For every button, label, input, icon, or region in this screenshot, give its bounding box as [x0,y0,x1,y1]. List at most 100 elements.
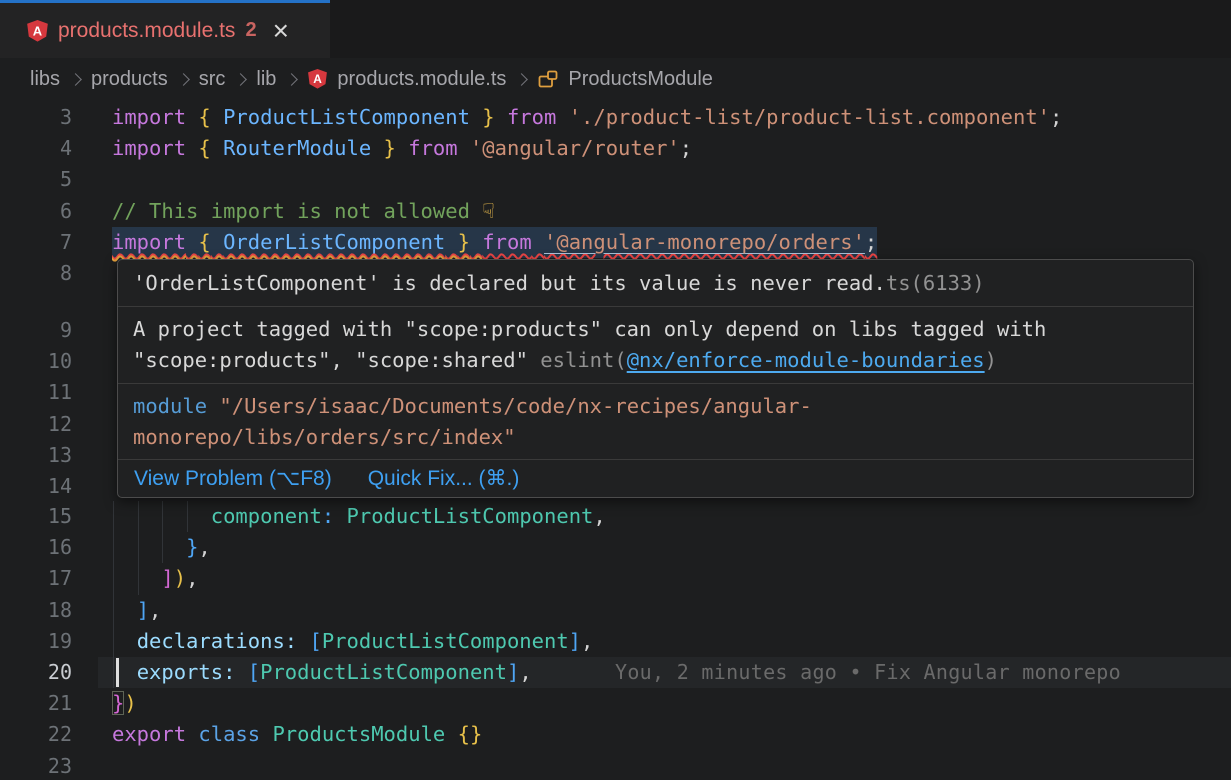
breadcrumb-item-lib[interactable]: lib [256,68,276,91]
angular-file-icon: A [307,68,328,90]
token: import [112,230,186,254]
token [556,105,568,129]
token: './product-list/product-list.component' [569,105,1050,129]
token: ] [507,660,519,684]
token: ProductListComponent [223,105,470,129]
line-number-14[interactable]: 14 [0,471,72,502]
token: , [581,629,593,653]
tab-error-count-badge: 2 [245,19,256,42]
code-line-5[interactable]: 5 [0,164,1231,195]
token: ProductListComponent [260,660,507,684]
line-number-10[interactable]: 10 [0,346,72,377]
token: ☟ [482,199,494,223]
token: from [408,136,457,160]
token: from [507,105,556,129]
line-number-6[interactable]: 6 [0,196,72,227]
token: ProductListComponent [322,629,569,653]
line-number-5[interactable]: 5 [0,164,72,195]
token: } [186,535,198,559]
token [470,105,482,129]
code-line-20[interactable]: 20 exports: [ProductListComponent],You, … [0,657,1231,688]
tab-products-module[interactable]: A products.module.ts 2 × [0,0,330,58]
breadcrumb-item-symbol[interactable]: ProductsModule [568,68,713,91]
chevron-right-icon [516,73,529,86]
code-line-6[interactable]: 6 // This import is not allowed ☟ [0,196,1231,227]
code-line-3[interactable]: 3import { ProductListComponent } from '.… [0,102,1231,133]
code-line-16[interactable]: 16 }, [0,532,1231,563]
token: from [482,230,531,254]
line-number-13[interactable]: 13 [0,440,72,471]
tab-title: products.module.ts [58,19,235,43]
code-text: ], [112,595,161,626]
angular-file-icon: A [26,19,49,43]
close-icon[interactable]: × [273,17,289,45]
ts-error-code: ts(6133) [886,268,985,299]
breadcrumb: libs products src lib A products.module.… [0,58,1231,100]
token [112,535,186,559]
code-line-18[interactable]: 18 ], [0,595,1231,626]
line-number-19[interactable]: 19 [0,626,72,657]
token [260,722,272,746]
token [186,105,198,129]
code-line-23[interactable]: 23 [0,751,1231,780]
token: } [458,230,470,254]
token: '@angular/router' [470,136,680,160]
line-number-17[interactable]: 17 [0,563,72,594]
line-number-4[interactable]: 4 [0,133,72,164]
breadcrumb-item-products[interactable]: products [91,68,168,91]
line-number-12[interactable]: 12 [0,409,72,440]
vscode-editor-window: A products.module.ts 2 × libs products s… [0,0,1231,780]
token [396,136,408,160]
chevron-right-icon [235,73,248,86]
code-line-7[interactable]: 7import { OrderListComponent } from '@an… [0,227,1231,258]
code-line-22[interactable]: 22 export class ProductsModule {} [0,719,1231,750]
code-line-15[interactable]: 15 component: ProductListComponent, [0,501,1231,532]
code-editor[interactable]: 3 import { ProductListComponent } from '.… [0,100,1231,780]
token: } [112,691,124,715]
line-number-22[interactable]: 22 [0,719,72,750]
token: { [198,105,210,129]
token [112,629,137,653]
code-text: // This import is not allowed ☟ [112,196,495,227]
line-number-8[interactable]: 8 [0,258,72,289]
code-line-19[interactable]: 19 declarations: [ProductListComponent], [0,626,1231,657]
chevron-right-icon [286,73,299,86]
token [211,105,223,129]
line-number-21[interactable]: 21 [0,688,72,719]
token [235,660,247,684]
quick-fix-action[interactable]: Quick Fix... (⌘.) [368,466,520,491]
token [371,136,383,160]
code-text: export class ProductsModule {} [112,719,482,750]
svg-text:A: A [314,72,323,86]
token: ; [1050,105,1062,129]
code-text: component: ProductListComponent, [112,501,606,532]
code-line-21[interactable]: 21}) [0,688,1231,719]
token [334,504,346,528]
breadcrumb-item-libs[interactable]: libs [30,68,60,91]
line-number-18[interactable]: 18 [0,595,72,626]
line-number-3[interactable]: 3 [0,102,72,133]
eslint-rule-link[interactable]: @nx/enforce-module-boundaries [627,348,985,372]
token: } [384,136,396,160]
line-number-23[interactable]: 23 [0,751,72,780]
breadcrumb-item-src[interactable]: src [199,68,226,91]
line-number-20[interactable]: 20 [0,657,72,688]
module-path-line2: monorepo/libs/orders/src/index" [133,422,1178,453]
token: ; [680,136,692,160]
line-number-16[interactable]: 16 [0,532,72,563]
line-number-15[interactable]: 15 [0,501,72,532]
line-number-9[interactable]: 9 [0,315,72,346]
code-text: exports: [ProductListComponent], [112,657,532,688]
line-number-11[interactable]: 11 [0,377,72,408]
code-line-4[interactable]: 4import { RouterModule } from '@angular/… [0,133,1231,164]
token: ProductsModule [272,722,445,746]
token: '@angular-monorepo/orders' [544,230,865,254]
code-line-17[interactable]: 17 ]), [0,563,1231,594]
token: { [198,136,210,160]
eslint-message-line1: A project tagged with "scope:products" c… [133,314,1178,345]
view-problem-action[interactable]: View Problem (⌥F8) [134,466,332,491]
breadcrumb-item-file[interactable]: products.module.ts [337,68,506,91]
line-number-7[interactable]: 7 [0,227,72,258]
token [445,230,457,254]
code-text: }, [112,532,211,563]
